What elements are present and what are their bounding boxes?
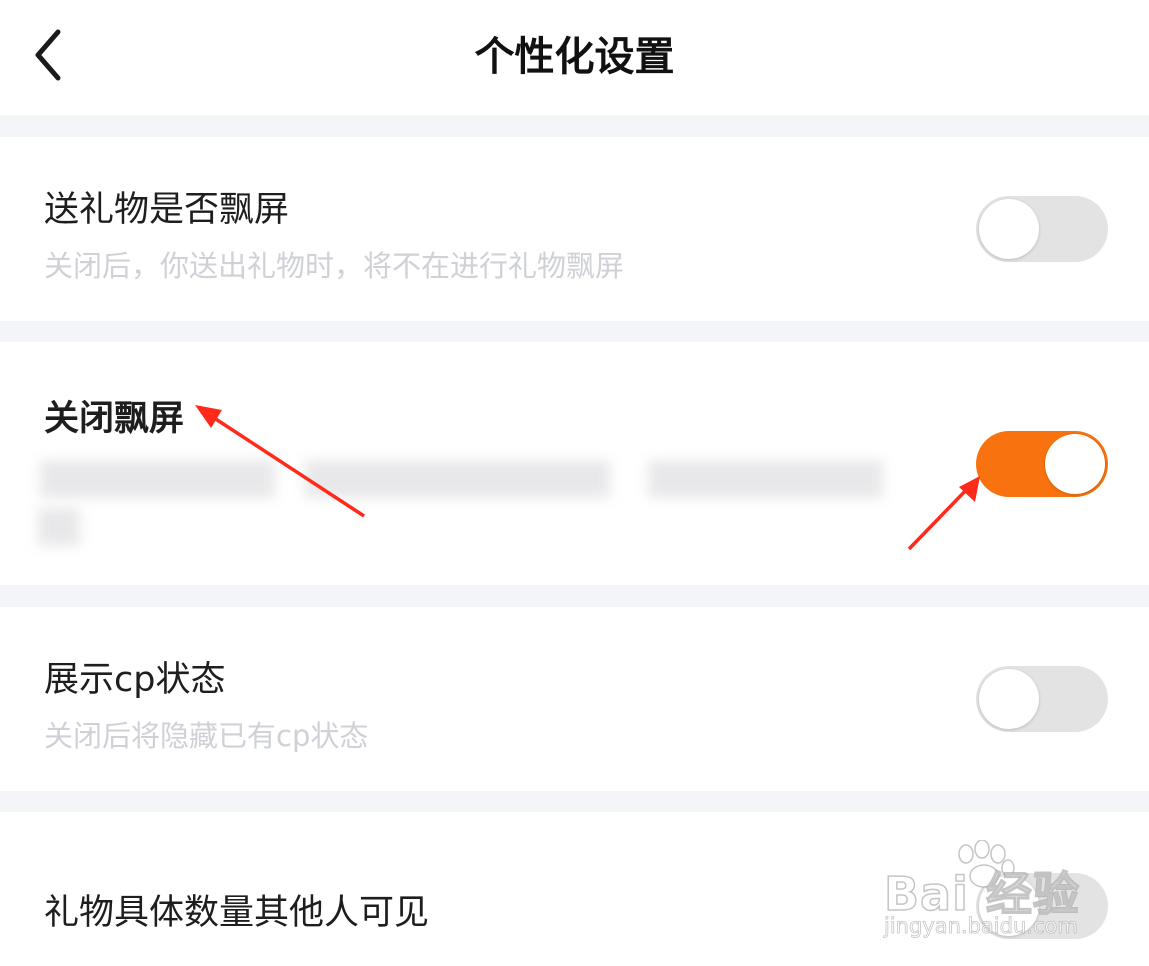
cp-status-toggle[interactable]: [976, 666, 1108, 732]
page-title: 个性化设置: [474, 34, 675, 80]
toggle-knob: [1045, 434, 1105, 494]
toggle-knob: [979, 876, 1039, 936]
close-float-toggle[interactable]: [976, 431, 1108, 497]
gift-float-toggle[interactable]: [976, 196, 1108, 262]
setting-title: 礼物具体数量其他人可见: [44, 893, 430, 933]
toggle-knob: [979, 669, 1039, 729]
blurred-description: [305, 460, 610, 498]
top-bar: 个性化设置: [0, 0, 1149, 115]
gift-count-toggle[interactable]: [976, 873, 1108, 939]
blurred-description: [648, 460, 883, 498]
setting-description: 关闭后将隐藏已有cp状态: [44, 719, 369, 753]
blurred-description: [38, 508, 80, 546]
toggle-knob: [979, 199, 1039, 259]
setting-title: 展示cp状态: [44, 660, 226, 700]
setting-title: 送礼物是否飘屏: [44, 190, 290, 230]
setting-row-gift-count-visible: 礼物具体数量其他人可见: [0, 812, 1149, 966]
setting-row-cp-status: 展示cp状态 关闭后将隐藏已有cp状态: [0, 607, 1149, 791]
blurred-description: [40, 460, 275, 498]
setting-description: 关闭后，你送出礼物时，将不在进行礼物飘屏: [44, 249, 625, 283]
setting-title: 关闭飘屏: [44, 399, 185, 439]
setting-row-gift-float: 送礼物是否飘屏 关闭后，你送出礼物时，将不在进行礼物飘屏: [0, 137, 1149, 321]
chevron-left-icon: [35, 29, 61, 81]
back-button[interactable]: [22, 22, 82, 88]
setting-row-close-float: 关闭飘屏: [0, 342, 1149, 585]
